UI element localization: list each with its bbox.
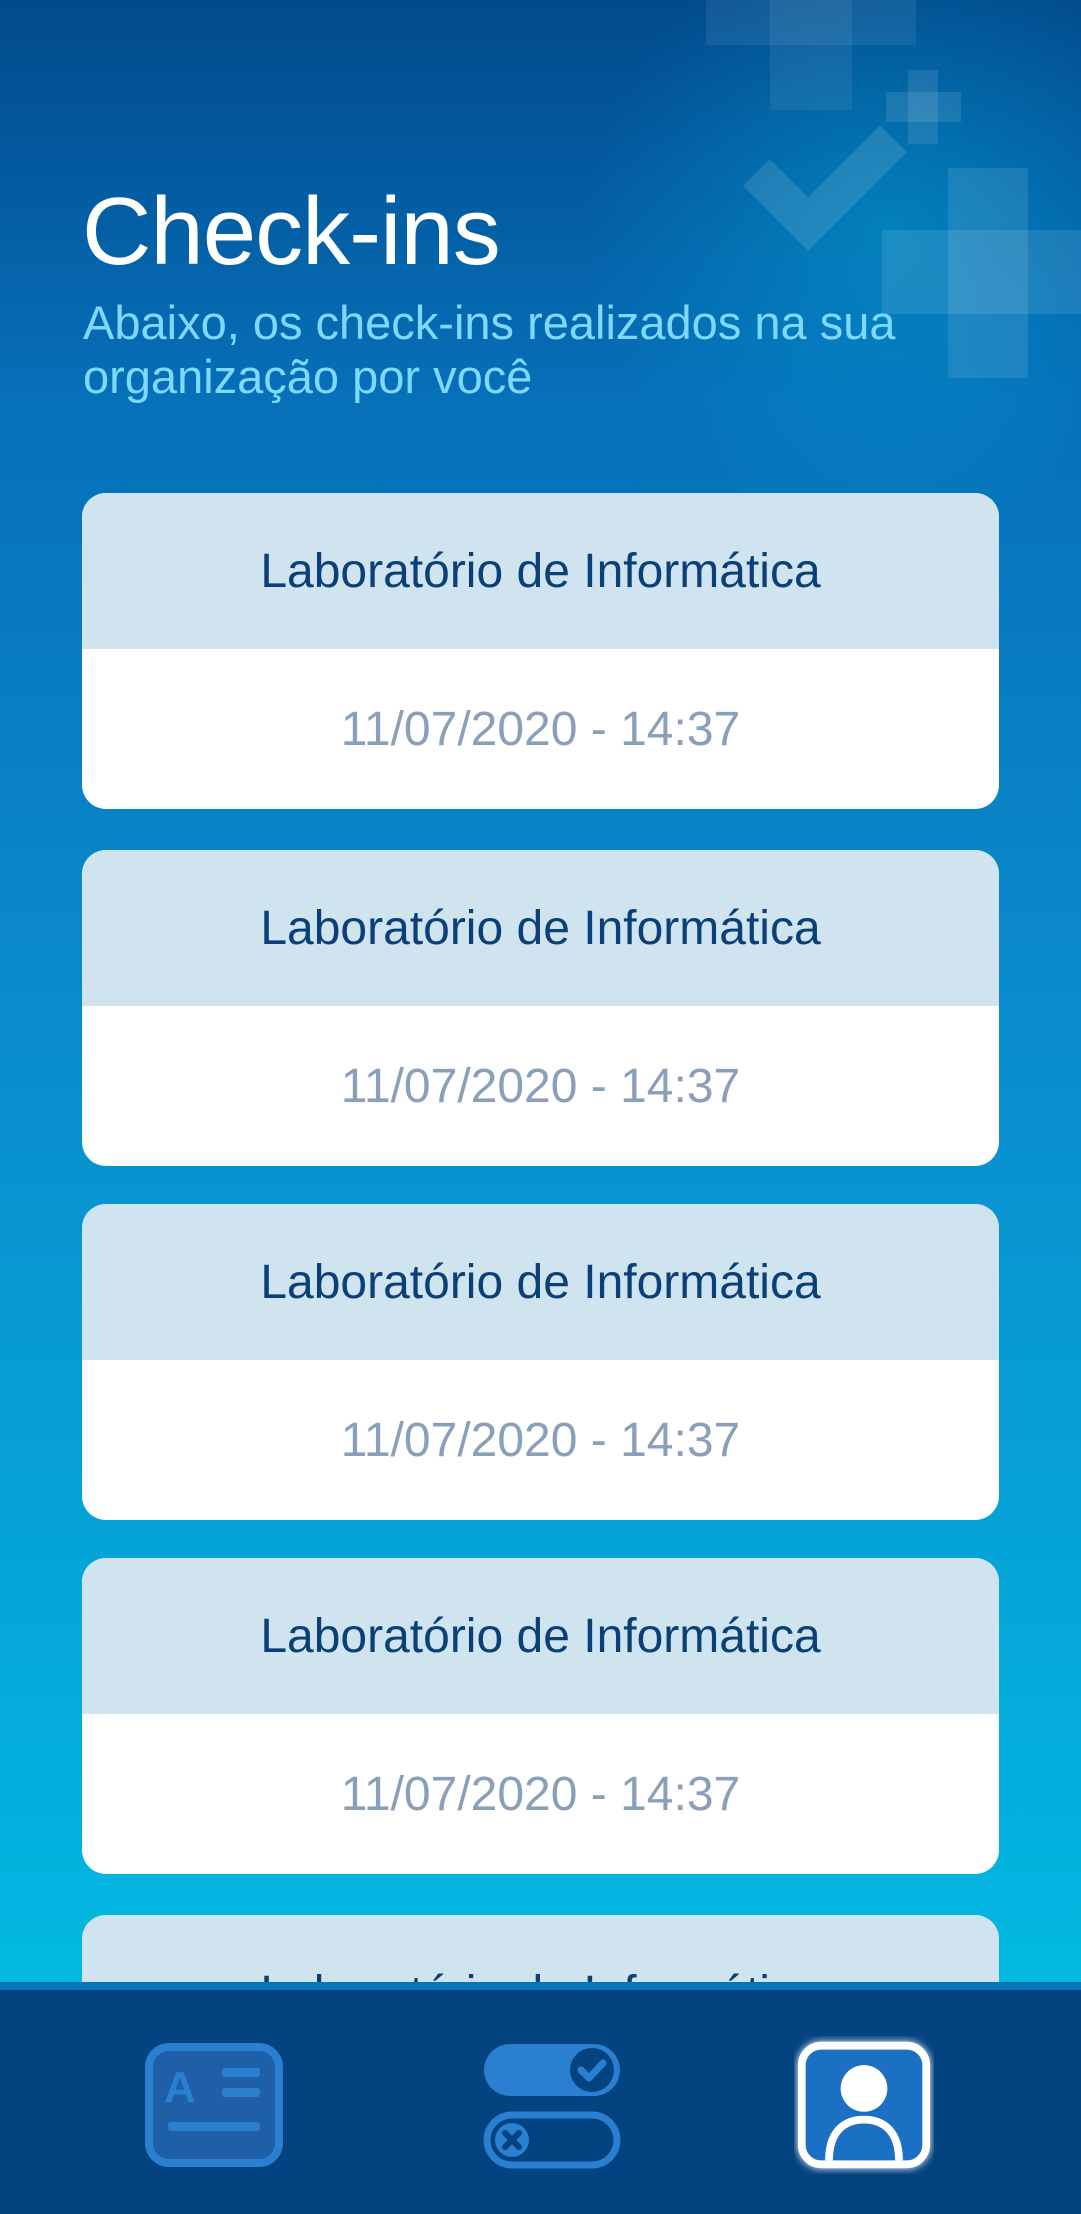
checkin-datetime: 11/07/2020 - 14:37 xyxy=(340,1059,741,1113)
checkin-card[interactable]: Laboratório de Informática 11/07/2020 - … xyxy=(82,1558,999,1874)
nav-checkin-toggle-button[interactable] xyxy=(482,2040,622,2170)
checkins-screen: Check-ins Abaixo, os check-ins realizado… xyxy=(0,0,1081,2214)
id-card-icon: A xyxy=(145,2043,283,2167)
checkin-place: Laboratório de Informática xyxy=(82,1204,999,1360)
checkin-card[interactable]: Laboratório de Informática 11/07/2020 - … xyxy=(82,1204,999,1520)
checkin-datetime: 11/07/2020 - 14:37 xyxy=(340,702,741,756)
profile-icon xyxy=(797,2041,931,2169)
checkin-place: Laboratório de Informática xyxy=(82,1558,999,1714)
svg-text:A: A xyxy=(164,2063,196,2112)
checkin-card[interactable]: Laboratório de Informática 11/07/2020 - … xyxy=(82,493,999,809)
page-subtitle: Abaixo, os check-ins realizados na sua o… xyxy=(83,296,896,403)
toggle-checkin-icon xyxy=(483,2044,621,2169)
checkin-place: Laboratório de Informática xyxy=(82,850,999,1006)
checkin-datetime: 11/07/2020 - 14:37 xyxy=(340,1767,741,1821)
bottom-navigation: A xyxy=(0,1982,1081,2214)
nav-profile-button[interactable] xyxy=(794,2040,934,2170)
checkin-place: Laboratório de Informática xyxy=(82,493,999,649)
checkin-datetime: 11/07/2020 - 14:37 xyxy=(340,1413,741,1467)
nav-id-card-button[interactable]: A xyxy=(144,2040,284,2170)
checkin-card[interactable]: Laboratório de Informática 11/07/2020 - … xyxy=(82,850,999,1166)
page-title: Check-ins xyxy=(82,178,501,285)
